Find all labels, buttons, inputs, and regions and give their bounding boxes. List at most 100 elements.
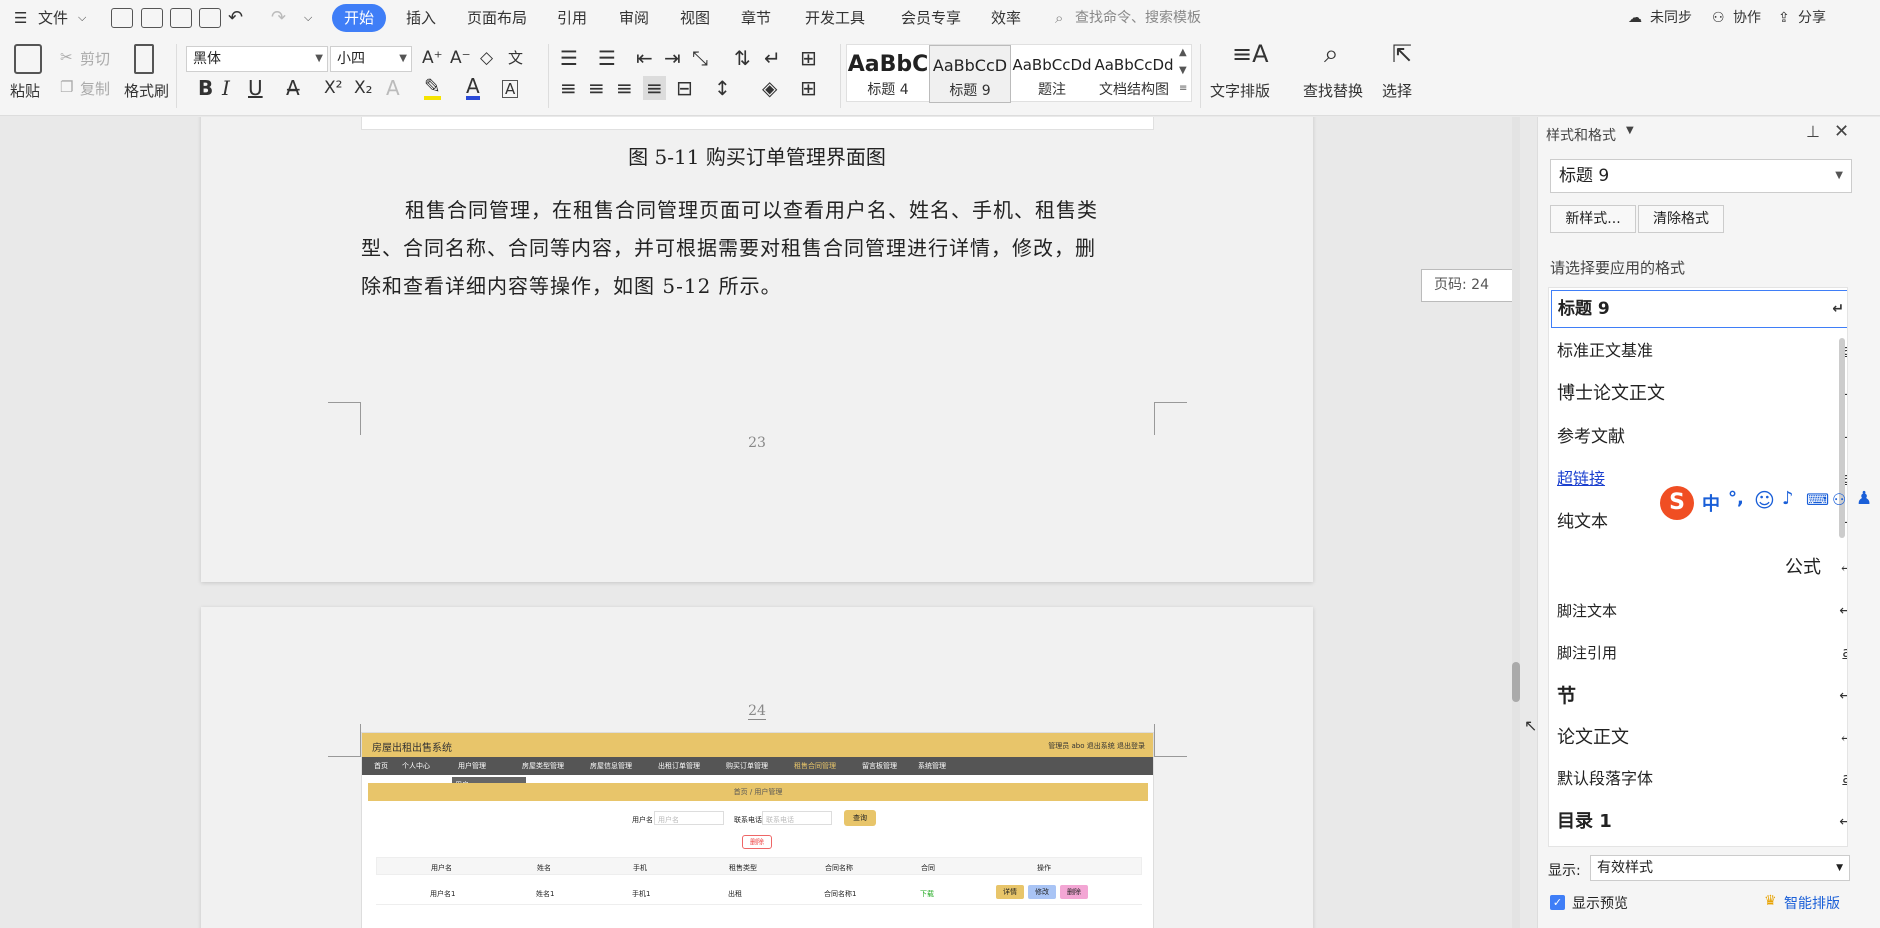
sort-icon[interactable]: ⇅ <box>734 46 751 70</box>
numbered-list-icon[interactable]: ☰ <box>598 46 616 70</box>
microphone-icon[interactable]: ♪ <box>1782 488 1794 509</box>
style-item[interactable]: 节↵ <box>1557 680 1847 712</box>
text-layout-button[interactable]: 文字排版 <box>1210 80 1270 101</box>
bold-icon[interactable]: B <box>198 76 213 100</box>
scrollbar-thumb[interactable] <box>1512 662 1520 702</box>
magnifier-icon[interactable]: ⌕ <box>1324 41 1339 67</box>
tab-developer[interactable]: 开发工具 <box>805 0 865 36</box>
chevron-down-icon[interactable]: ⌵ <box>78 0 86 36</box>
line-spacing-icon[interactable]: ↕ <box>714 76 731 100</box>
current-style-select[interactable]: 标题 9 ▼ <box>1550 159 1852 193</box>
expand-gallery-icon[interactable]: ≡ <box>1179 83 1187 94</box>
copy-button[interactable]: 复制 <box>80 78 110 99</box>
clear-format-button[interactable]: 清除格式 <box>1638 205 1724 233</box>
show-filter-select[interactable]: 有效样式 ▼ <box>1590 855 1850 881</box>
style-item[interactable]: 标题 9 ↵ <box>1551 290 1847 328</box>
vertical-scrollbar[interactable] <box>1512 117 1520 928</box>
format-painter-icon[interactable] <box>134 44 154 74</box>
ime-lang-toggle[interactable]: 中 <box>1702 490 1720 516</box>
emoji-icon[interactable]: ☺ <box>1754 488 1775 512</box>
style-item[interactable]: 默认段落字体 a <box>1557 764 1847 794</box>
sync-status[interactable]: 未同步 <box>1650 0 1692 36</box>
style-item[interactable]: 博士论文正文↵ <box>1557 378 1847 410</box>
preview-checkbox[interactable]: ✓ <box>1550 895 1565 910</box>
style-doc-map[interactable]: AaBbCcDd 文档结构图 <box>1093 45 1175 103</box>
style-heading4[interactable]: AaBbC 标题 4 <box>847 45 929 103</box>
tab-insert[interactable]: 插入 <box>406 0 436 36</box>
style-item[interactable]: 脚注引用 a <box>1557 638 1847 668</box>
scroll-up-icon[interactable]: ▲ <box>1179 47 1187 58</box>
tab-efficiency[interactable]: 效率 <box>991 0 1021 36</box>
text-layout-icon[interactable]: ≡A <box>1232 42 1269 66</box>
subscript-icon[interactable]: X₂ <box>354 76 372 100</box>
undo-icon[interactable]: ↶ <box>228 0 243 36</box>
align-left-icon[interactable]: ≡ <box>560 76 577 100</box>
collab-button[interactable]: 协作 <box>1733 0 1761 36</box>
style-caption[interactable]: AaBbCcDd 题注 <box>1011 45 1093 103</box>
print-preview-icon[interactable] <box>199 8 221 28</box>
sogou-logo-icon[interactable]: S <box>1660 486 1694 520</box>
format-painter-button[interactable]: 格式刷 <box>124 80 169 101</box>
increase-indent-icon[interactable]: ⇥ <box>664 46 681 70</box>
style-item[interactable]: 参考文献↵ <box>1557 422 1847 452</box>
char-border-icon[interactable]: A <box>502 80 519 98</box>
select-button[interactable]: 选择 <box>1382 80 1412 101</box>
tab-home[interactable]: 开始 <box>332 4 387 32</box>
save-icon[interactable] <box>111 8 133 28</box>
font-name-select[interactable]: 黑体 ▼ <box>186 46 328 72</box>
decrease-indent-icon[interactable]: ⇤ <box>636 46 653 70</box>
align-center-icon[interactable]: ≡ <box>588 76 605 100</box>
italic-icon[interactable]: I <box>222 76 230 100</box>
style-item[interactable]: 公式 ↵ <box>1557 552 1847 584</box>
tab-view[interactable]: 视图 <box>680 0 710 36</box>
borders-icon[interactable]: ⊞ <box>800 76 817 100</box>
style-item[interactable]: 目录 1 ↵ <box>1557 806 1847 838</box>
style-item[interactable]: 论文正文 ↵ <box>1557 722 1847 754</box>
highlight-icon[interactable]: ✎ <box>424 76 441 100</box>
style-item[interactable]: 脚注文本 ↵ <box>1557 596 1847 626</box>
tab-stop-icon[interactable]: ⊞ <box>800 46 817 70</box>
text-direction-icon[interactable]: ⤡ <box>692 46 708 70</box>
scroll-down-icon[interactable]: ▼ <box>1179 65 1187 76</box>
cut-button[interactable]: 剪切 <box>80 48 110 69</box>
print-icon[interactable] <box>170 8 192 28</box>
keyboard-icon[interactable]: ⌨ <box>1806 490 1829 509</box>
grow-font-icon[interactable]: A⁺ <box>422 46 443 70</box>
quick-access-dropdown-icon[interactable]: ⌵ <box>304 0 312 36</box>
command-search[interactable]: 查找命令、搜索模板 <box>1075 0 1201 36</box>
user-settings-icon[interactable]: ⚇ <box>1832 490 1846 509</box>
cursor-icon[interactable]: ⇱ <box>1392 42 1412 66</box>
paragraph-mark-icon[interactable]: ↵ <box>764 46 781 70</box>
align-right-icon[interactable]: ≡ <box>616 76 633 100</box>
skin-icon[interactable]: ♟ <box>1856 488 1872 509</box>
align-justify-icon[interactable]: ≡ <box>643 76 666 100</box>
menu-icon[interactable]: ☰ <box>14 0 27 36</box>
close-icon[interactable]: ✕ <box>1834 121 1849 142</box>
file-menu[interactable]: 文件 <box>38 0 68 36</box>
underline-icon[interactable]: U <box>248 76 263 100</box>
export-icon[interactable] <box>141 8 163 28</box>
pin-icon[interactable]: ⊥ <box>1806 122 1820 141</box>
eraser-icon[interactable]: ◇ <box>480 46 493 70</box>
tab-page-layout[interactable]: 页面布局 <box>467 0 527 36</box>
bullet-list-icon[interactable]: ☰ <box>560 46 578 70</box>
smart-layout-button[interactable]: 智能排版 <box>1784 893 1840 913</box>
text-effect-icon[interactable]: A <box>386 76 400 100</box>
shading-icon[interactable]: ◈ <box>762 76 777 100</box>
paste-icon[interactable] <box>14 44 42 74</box>
tab-references[interactable]: 引用 <box>557 0 587 36</box>
ime-punct-toggle[interactable]: °, <box>1728 488 1744 509</box>
paste-button[interactable]: 粘贴 <box>10 80 40 101</box>
style-item[interactable]: 标准正文基准a <box>1557 336 1847 366</box>
find-replace-button[interactable]: 查找替换 <box>1303 80 1363 101</box>
shrink-font-icon[interactable]: A⁻ <box>450 46 471 70</box>
search-icon[interactable]: ⌕ <box>1055 0 1063 36</box>
font-size-select[interactable]: 小四 ▼ <box>330 46 412 72</box>
tab-chapter[interactable]: 章节 <box>741 0 771 36</box>
strikethrough-icon[interactable]: A̶ <box>286 76 300 100</box>
font-color-icon[interactable]: A <box>466 76 480 100</box>
redo-icon[interactable]: ↷ <box>271 0 286 36</box>
share-button[interactable]: 分享 <box>1798 0 1826 36</box>
new-style-button[interactable]: 新样式... <box>1550 205 1636 233</box>
tab-member[interactable]: 会员专享 <box>901 0 961 36</box>
